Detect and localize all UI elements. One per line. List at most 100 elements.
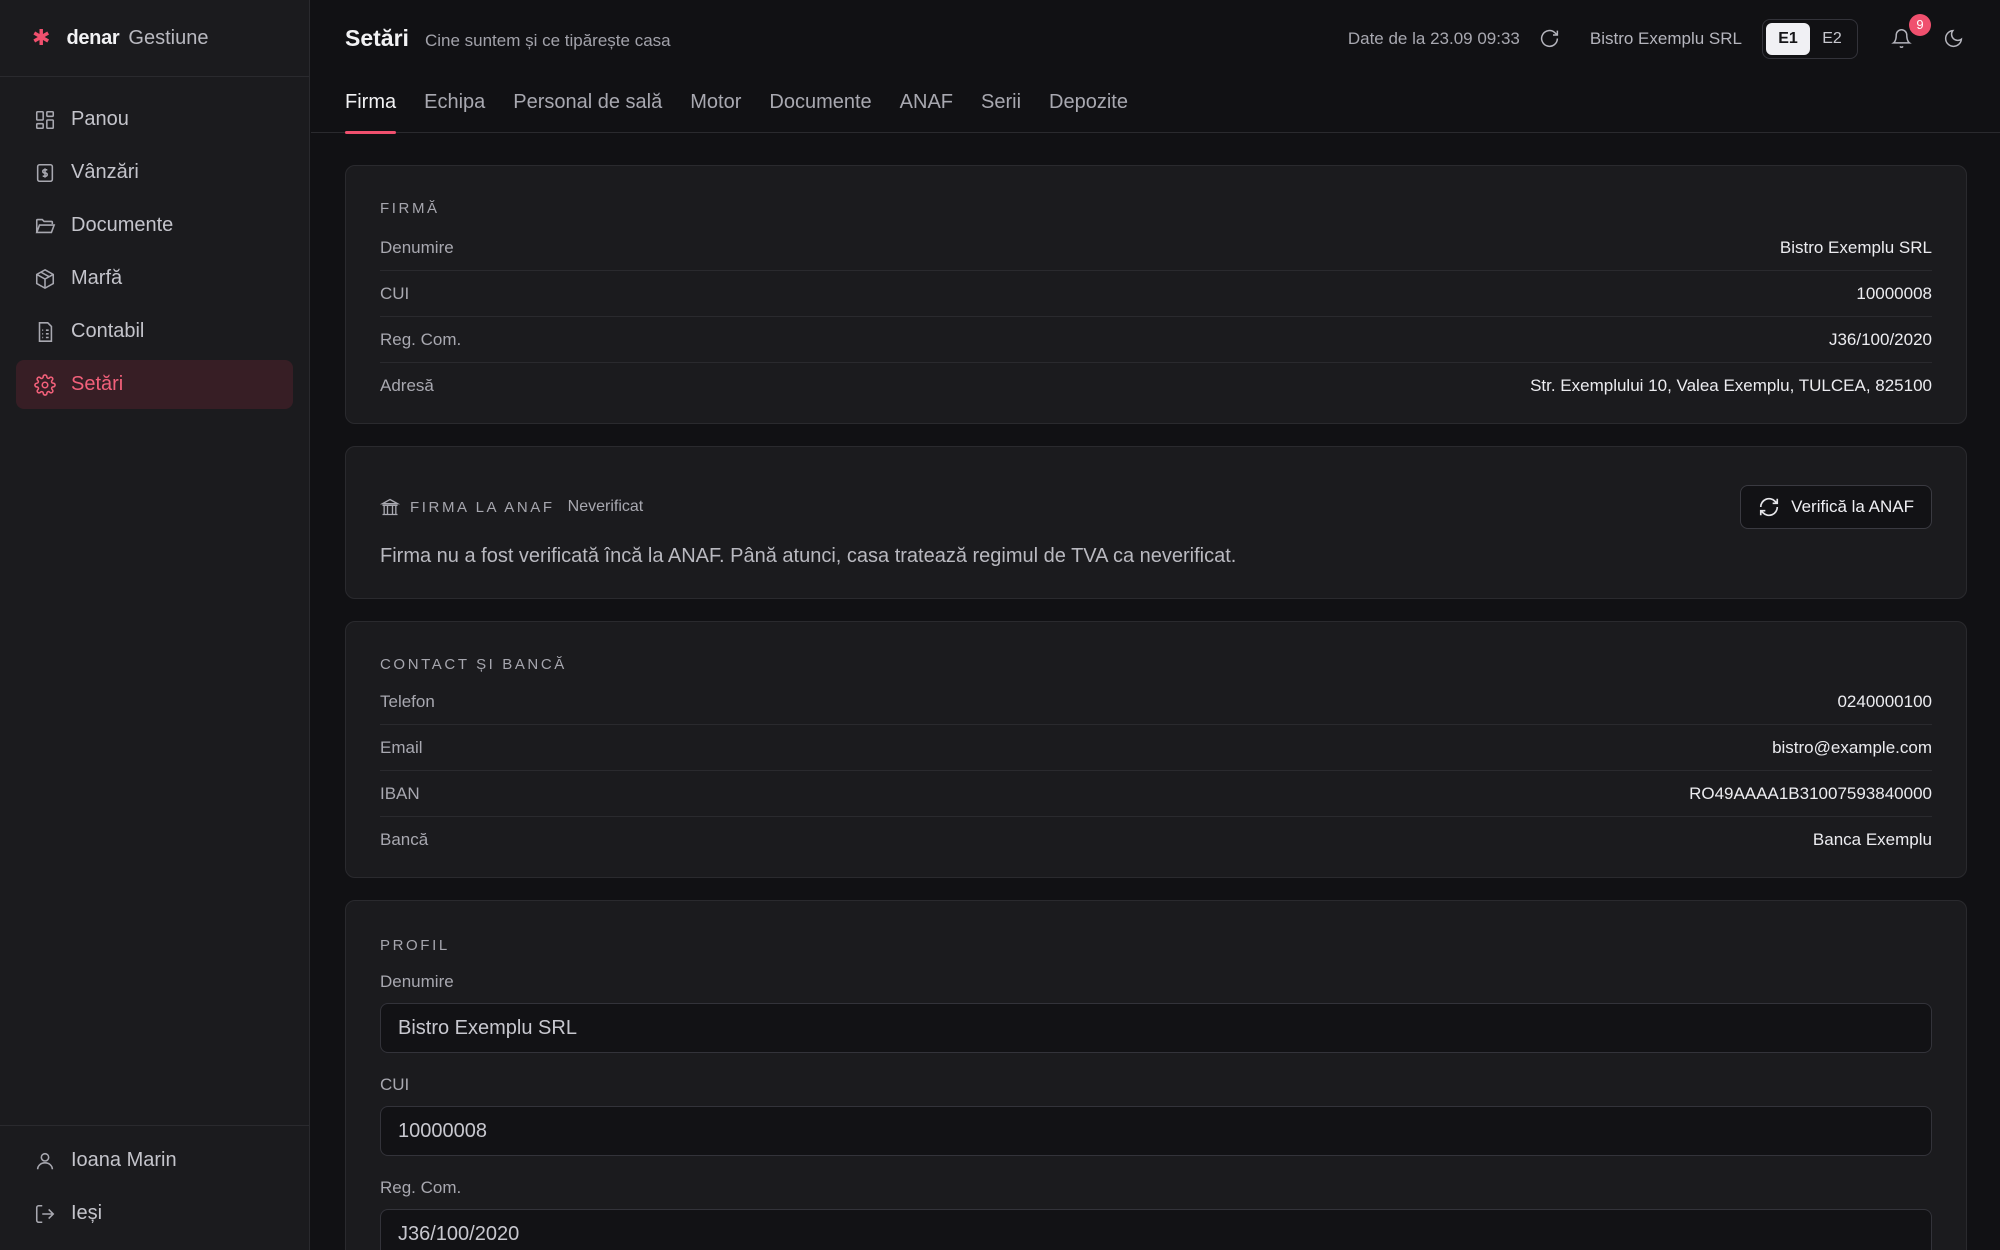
cui-input[interactable]: 10000008 bbox=[380, 1106, 1932, 1156]
bank-icon bbox=[380, 498, 400, 516]
anaf-status-badge: Neverificat bbox=[567, 498, 644, 515]
station-switcher: E1 E2 bbox=[1762, 18, 1858, 59]
info-value: J36/100/2020 bbox=[1828, 329, 1932, 349]
contact-card-heading: Contact și bancă bbox=[380, 656, 567, 673]
verify-anaf-button[interactable]: Verifică la ANAF bbox=[1740, 485, 1932, 529]
info-value: 0240000100 bbox=[1837, 691, 1932, 711]
tab-serii[interactable]: Serii bbox=[981, 77, 1021, 133]
sidebar-item-label: Marfă bbox=[71, 267, 123, 289]
tab-motor[interactable]: Motor bbox=[690, 77, 741, 133]
logout-button[interactable]: Ieși bbox=[16, 1189, 293, 1238]
info-value: bistro@example.com bbox=[1772, 737, 1932, 757]
settings-tabs: Firma Echipa Personal de sală Motor Docu… bbox=[311, 77, 2000, 134]
sidebar-item-documente[interactable]: Documente bbox=[16, 201, 293, 250]
info-value: Banca Exemplu bbox=[1812, 830, 1932, 849]
logout-icon bbox=[35, 1204, 55, 1223]
info-key: Bancă bbox=[380, 830, 429, 849]
info-value: Bistro Exemplu SRL bbox=[1779, 237, 1932, 257]
anaf-title-group: Firma la ANAF Neverificat bbox=[380, 497, 643, 517]
info-row-banca: Bancă Banca Exemplu bbox=[380, 817, 1932, 863]
notification-badge: 9 bbox=[1909, 13, 1931, 36]
info-row-reg-com: Reg. Com. J36/100/2020 bbox=[380, 317, 1932, 363]
refresh-button[interactable] bbox=[1536, 25, 1564, 53]
sidebar-item-label: Setări bbox=[71, 373, 124, 395]
field-label-denumire: Denumire bbox=[380, 972, 454, 991]
profile-card-heading: Profil bbox=[380, 937, 450, 954]
anaf-card-heading: Firma la ANAF bbox=[410, 498, 555, 516]
verify-anaf-label: Verifică la ANAF bbox=[1791, 497, 1914, 516]
sidebar-nav: Panou Vânzări Documente Marfă Contabil S… bbox=[0, 77, 309, 431]
ledger-icon bbox=[38, 321, 53, 342]
info-key: Adresă bbox=[380, 376, 434, 395]
info-key: Reg. Com. bbox=[380, 329, 462, 349]
sidebar-item-label: Contabil bbox=[71, 320, 145, 342]
company-card: Firmă Denumire Bistro Exemplu SRL CUI 10… bbox=[345, 165, 1967, 424]
logo-icon: ✱ bbox=[32, 25, 51, 50]
company-name: Bistro Exemplu SRL bbox=[1589, 28, 1742, 48]
info-key: Email bbox=[380, 737, 423, 757]
denumire-input[interactable]: Bistro Exemplu SRL bbox=[380, 1003, 1932, 1053]
profile-card: Profil Denumire Bistro Exemplu SRL CUI 1… bbox=[345, 900, 1967, 1250]
dashboard-icon bbox=[35, 110, 55, 129]
logout-label: Ieși bbox=[71, 1202, 103, 1224]
info-key: CUI bbox=[380, 283, 410, 303]
sidebar-item-label: Documente bbox=[71, 214, 174, 236]
sidebar-item-vanzari[interactable]: Vânzări bbox=[16, 148, 293, 197]
info-row-telefon: Telefon 0240000100 bbox=[380, 679, 1932, 725]
tab-personal-de-sala[interactable]: Personal de sală bbox=[513, 77, 662, 133]
brand-module: Gestiune bbox=[128, 26, 209, 49]
anaf-card-header: Firma la ANAF Neverificat Verifică la AN… bbox=[380, 479, 1932, 535]
page-subtitle: Cine suntem și ce tipărește casa bbox=[424, 30, 671, 50]
company-card-heading: Firmă bbox=[380, 200, 440, 217]
info-key: IBAN bbox=[380, 783, 420, 803]
info-row-adresa: Adresă Str. Exemplului 10, Valea Exemplu… bbox=[380, 363, 1932, 409]
brand-name: denar bbox=[66, 26, 120, 49]
tab-firma[interactable]: Firma bbox=[345, 77, 397, 134]
anaf-message: Firma nu a fost verificată încă la ANAF.… bbox=[380, 545, 1237, 567]
top-bar: Setări Cine suntem și ce tipărește casa … bbox=[311, 0, 2000, 77]
gear-icon bbox=[34, 373, 56, 396]
sidebar-item-label: Vânzări bbox=[71, 161, 139, 183]
info-row-denumire: Denumire Bistro Exemplu SRL bbox=[380, 225, 1932, 271]
info-value: RO49AAAA1B31007593840000 bbox=[1689, 783, 1932, 803]
segment-e1[interactable]: E1 bbox=[1766, 22, 1810, 55]
sidebar-item-panou[interactable]: Panou bbox=[16, 95, 293, 144]
contact-bank-card: Contact și bancă Telefon 0240000100 Emai… bbox=[345, 621, 1967, 878]
folder-open-icon bbox=[35, 218, 56, 233]
tab-documente[interactable]: Documente bbox=[769, 77, 871, 133]
user-icon bbox=[36, 1152, 54, 1169]
sidebar-item-contabil[interactable]: Contabil bbox=[16, 307, 293, 356]
segment-e2[interactable]: E2 bbox=[1810, 23, 1854, 55]
anaf-card: Firma la ANAF Neverificat Verifică la AN… bbox=[345, 446, 1967, 599]
sidebar-item-label: Panou bbox=[71, 108, 129, 130]
moon-icon bbox=[1944, 29, 1962, 48]
sync-status: Date de la 23.09 09:33 bbox=[1347, 28, 1520, 48]
field-label-cui: CUI bbox=[380, 1075, 410, 1094]
brand[interactable]: ✱ denar Gestiune bbox=[0, 0, 309, 77]
tab-depozite[interactable]: Depozite bbox=[1049, 77, 1128, 133]
sidebar-item-setari[interactable]: Setări bbox=[16, 360, 293, 409]
page-title: Setări bbox=[345, 25, 409, 51]
info-row-email: Email bistro@example.com bbox=[380, 725, 1932, 771]
info-value: Str. Exemplului 10, Valea Exemplu, TULCE… bbox=[1530, 376, 1932, 395]
sidebar-footer: Ioana Marin Ieși bbox=[0, 1125, 309, 1250]
sidebar-item-marfa[interactable]: Marfă bbox=[16, 254, 293, 303]
tab-anaf[interactable]: ANAF bbox=[900, 77, 953, 133]
theme-toggle[interactable] bbox=[1939, 25, 1967, 53]
info-row-cui: CUI 10000008 bbox=[380, 271, 1932, 317]
reg-com-input[interactable]: J36/100/2020 bbox=[380, 1209, 1932, 1250]
sidebar: ✱ denar Gestiune Panou Vânzări Documente… bbox=[0, 0, 310, 1250]
tab-echipa[interactable]: Echipa bbox=[424, 77, 485, 133]
info-key: Denumire bbox=[380, 237, 454, 257]
user-name: Ioana Marin bbox=[71, 1149, 177, 1171]
notifications-button[interactable]: 9 bbox=[1887, 13, 1931, 53]
refresh-icon bbox=[1541, 29, 1559, 48]
info-value: 10000008 bbox=[1856, 283, 1932, 303]
bell-icon bbox=[1890, 29, 1912, 49]
main-area: Setări Cine suntem și ce tipărește casa … bbox=[311, 0, 2000, 1250]
field-label-reg-com: Reg. Com. bbox=[380, 1178, 462, 1197]
refresh-icon bbox=[1760, 497, 1779, 517]
package-icon bbox=[35, 268, 55, 289]
user-profile[interactable]: Ioana Marin bbox=[16, 1136, 293, 1185]
receipt-dollar-icon bbox=[36, 163, 54, 182]
